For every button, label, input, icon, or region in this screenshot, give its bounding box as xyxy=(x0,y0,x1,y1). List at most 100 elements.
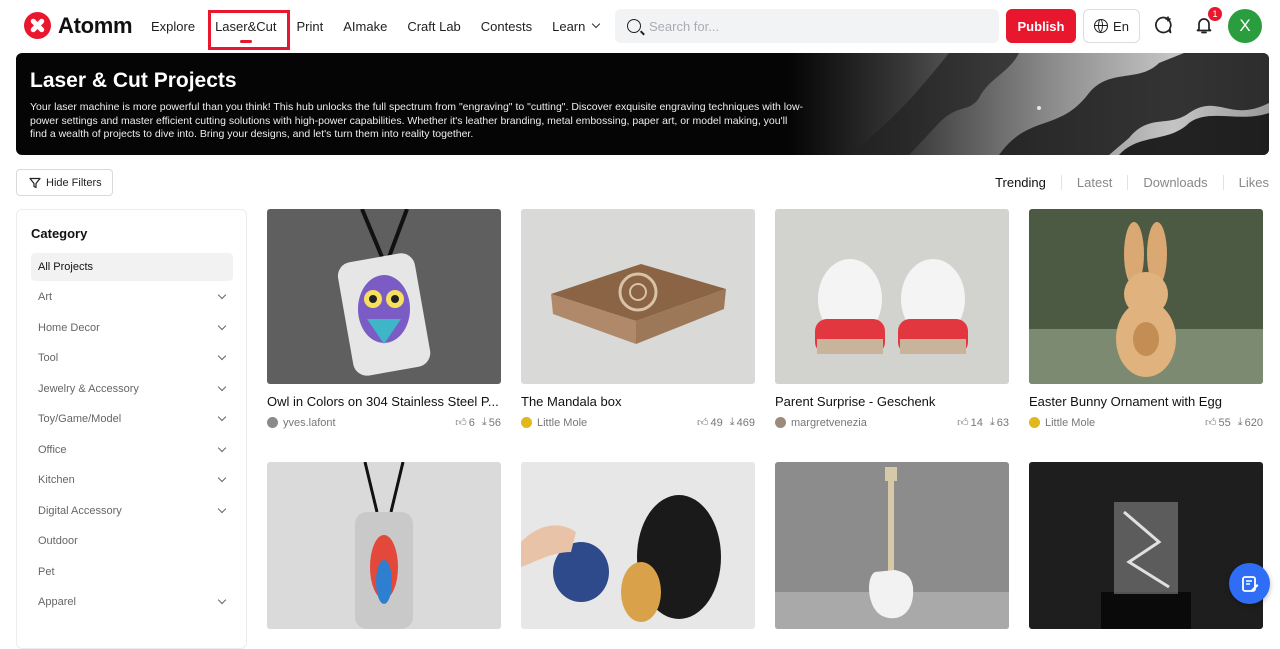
nav-aimake[interactable]: AImake xyxy=(343,19,387,34)
category-all-projects[interactable]: All Projects xyxy=(31,253,233,281)
category-title: Category xyxy=(31,226,88,241)
author-name: yves.lafont xyxy=(283,416,336,429)
project-card[interactable] xyxy=(1029,462,1263,629)
atomm-logo[interactable]: Atomm xyxy=(24,12,133,39)
project-stats: 👍︎ 49 ⤓ 469 xyxy=(690,416,755,429)
publish-button[interactable]: Publish xyxy=(1006,9,1076,43)
download-count: 620 xyxy=(1244,416,1263,429)
project-title[interactable]: Parent Surprise - Geschenk xyxy=(775,394,1009,409)
project-thumbnail[interactable] xyxy=(521,462,755,629)
like-count: 55 xyxy=(1218,416,1231,429)
category-label: Outdoor xyxy=(38,535,78,548)
category-home-decor[interactable]: Home Decor xyxy=(31,313,233,344)
create-button[interactable] xyxy=(1151,13,1175,37)
project-thumbnail[interactable] xyxy=(521,209,755,384)
project-title[interactable]: Owl in Colors on 304 Stainless Steel P..… xyxy=(267,394,501,409)
category-digital-accessory[interactable]: Digital Accessory xyxy=(31,496,233,527)
project-title[interactable]: The Mandala box xyxy=(521,394,755,409)
author-avatar xyxy=(775,417,786,428)
project-author[interactable]: Little Mole xyxy=(521,417,587,429)
category-art[interactable]: Art xyxy=(31,282,233,313)
thumbs-up-icon: 👍︎ xyxy=(957,417,969,429)
nav-contests[interactable]: Contests xyxy=(481,19,532,34)
project-card[interactable]: Parent Surprise - Geschenk margretvenezi… xyxy=(775,209,1009,429)
project-meta: Little Mole 👍︎ 49 ⤓ 469 xyxy=(521,416,755,429)
project-thumbnail[interactable] xyxy=(267,209,501,384)
project-author[interactable]: Little Mole xyxy=(1029,417,1095,429)
notification-badge: 1 xyxy=(1208,7,1222,21)
download-icon: ⤓ xyxy=(989,416,995,428)
category-pet[interactable]: Pet xyxy=(31,557,233,588)
category-office[interactable]: Office xyxy=(31,435,233,466)
category-label: Art xyxy=(38,291,53,304)
project-meta: Little Mole 👍︎ 55 ⤓ 620 xyxy=(1029,416,1263,429)
download-icon: ⤓ xyxy=(1237,416,1243,428)
hero-banner: Laser & Cut Projects Your laser machine … xyxy=(16,53,1269,155)
search-bar[interactable] xyxy=(615,9,999,43)
nav-laser-cut[interactable]: Laser&Cut xyxy=(215,19,277,43)
nav-craft-lab[interactable]: Craft Lab xyxy=(407,19,460,34)
project-stats: 👍︎ 6 ⤓ 56 xyxy=(448,416,501,429)
nav-explore[interactable]: Explore xyxy=(151,19,195,34)
project-meta: margretvenezia 👍︎ 14 ⤓ 63 xyxy=(775,416,1009,429)
egg-gift-boxes-image xyxy=(815,259,968,354)
thumbs-up-icon: 👍︎ xyxy=(697,417,709,429)
category-kitchen[interactable]: Kitchen xyxy=(31,465,233,496)
project-card[interactable]: Easter Bunny Ornament with Egg Little Mo… xyxy=(1029,209,1263,429)
feedback-button[interactable] xyxy=(1229,563,1270,604)
search-input[interactable] xyxy=(649,18,969,34)
project-card[interactable]: The Mandala box Little Mole 👍︎ 49 ⤓ 469 xyxy=(521,209,755,429)
category-jewelry-accessory[interactable]: Jewelry & Accessory xyxy=(31,374,233,405)
project-thumbnail[interactable] xyxy=(775,462,1009,629)
notifications-button[interactable]: 1 xyxy=(1192,7,1222,37)
project-thumbnail[interactable] xyxy=(1029,462,1263,629)
chevron-down-icon[interactable] xyxy=(217,291,227,300)
project-card[interactable] xyxy=(775,462,1009,629)
project-card[interactable] xyxy=(521,462,755,629)
language-selector[interactable]: En xyxy=(1083,9,1140,43)
chevron-down-icon[interactable] xyxy=(217,474,227,483)
category-apparel[interactable]: Apparel xyxy=(31,587,233,618)
sort-tab-downloads[interactable]: Downloads xyxy=(1127,175,1222,190)
project-author[interactable]: yves.lafont xyxy=(267,417,336,429)
chevron-down-icon[interactable] xyxy=(217,352,227,361)
globe-icon xyxy=(1094,19,1109,33)
chevron-down-icon[interactable] xyxy=(217,382,227,391)
category-label: Kitchen xyxy=(38,474,75,487)
project-thumbnail[interactable] xyxy=(267,462,501,629)
chevron-down-icon[interactable] xyxy=(217,413,227,422)
author-avatar xyxy=(267,417,278,428)
language-label: En xyxy=(1113,18,1129,34)
author-avatar xyxy=(521,417,532,428)
project-thumbnail[interactable] xyxy=(1029,209,1263,384)
category-outdoor[interactable]: Outdoor xyxy=(31,526,233,557)
chevron-down-icon[interactable] xyxy=(217,321,227,330)
chevron-down-icon[interactable] xyxy=(217,504,227,513)
project-card[interactable] xyxy=(267,462,501,629)
sort-tab-likes[interactable]: Likes xyxy=(1222,175,1269,190)
user-avatar[interactable]: X xyxy=(1228,9,1262,43)
edit-note-icon xyxy=(1241,575,1258,592)
download-count: 63 xyxy=(996,416,1009,429)
project-thumbnail[interactable] xyxy=(775,209,1009,384)
chevron-down-icon[interactable] xyxy=(217,443,227,452)
brand-name: Atomm xyxy=(58,12,133,38)
like-count: 49 xyxy=(710,416,723,429)
chevron-down-icon[interactable] xyxy=(217,596,227,605)
category-toy-game-model[interactable]: Toy/Game/Model xyxy=(31,404,233,435)
nav-learn[interactable]: Learn xyxy=(552,19,601,34)
nav-print[interactable]: Print xyxy=(297,19,324,34)
sort-tab-latest[interactable]: Latest xyxy=(1060,175,1127,190)
author-avatar xyxy=(1029,417,1040,428)
crystal-cube-image xyxy=(1101,502,1191,629)
project-card[interactable]: Owl in Colors on 304 Stainless Steel P..… xyxy=(267,209,501,429)
wooden-eggs-image xyxy=(521,495,721,622)
hide-filters-button[interactable]: Hide Filters xyxy=(16,169,113,196)
parrot-pendant-image xyxy=(355,462,413,629)
thumbs-up-icon: 👍︎ xyxy=(455,417,467,429)
sort-tab-trending[interactable]: Trending xyxy=(980,175,1061,190)
category-tool[interactable]: Tool xyxy=(31,343,233,374)
filter-icon xyxy=(29,177,41,188)
project-title[interactable]: Easter Bunny Ornament with Egg xyxy=(1029,394,1263,409)
project-author[interactable]: margretvenezia xyxy=(775,417,867,429)
